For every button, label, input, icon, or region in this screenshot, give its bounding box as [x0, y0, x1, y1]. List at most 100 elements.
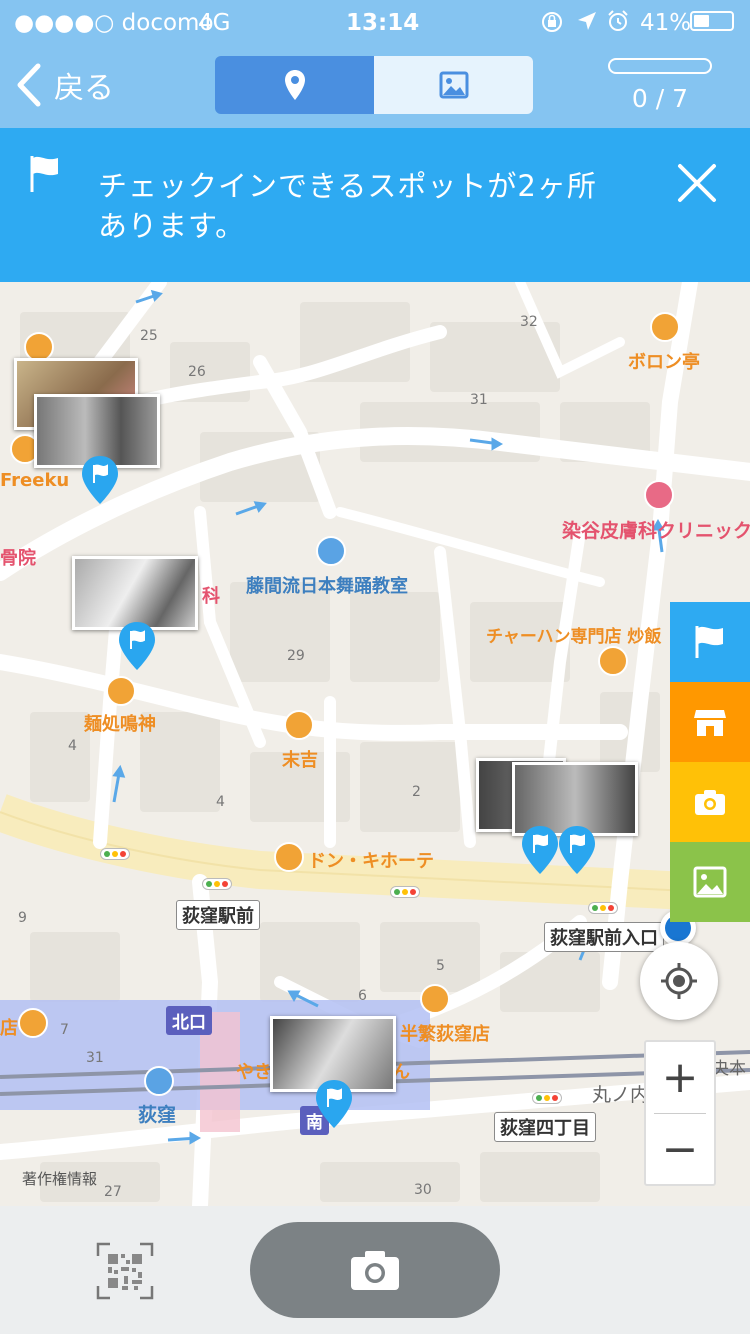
block-number: 6	[358, 988, 367, 1004]
intersection-sign-yonchome: 荻窪四丁目	[494, 1112, 596, 1142]
filter-shops-button[interactable]	[670, 682, 750, 762]
place-label-chuo: 央本	[712, 1059, 746, 1079]
close-icon[interactable]	[676, 162, 718, 204]
view-segmented-control	[215, 56, 533, 114]
map-view[interactable]: 25 26 32 31 29 4 4 2 9 5 6 7 31 27 30 ボロ…	[0, 282, 750, 1206]
zoom-in-button[interactable]: +	[646, 1042, 714, 1112]
block-number: 30	[414, 1182, 432, 1198]
block-number: 31	[86, 1050, 104, 1066]
place-label-menya: 麺処鳴神	[84, 714, 156, 735]
tab-map[interactable]	[215, 56, 374, 114]
place-label-hanshige: 半繁荻窪店	[400, 1024, 490, 1045]
chevron-left-icon	[17, 63, 41, 107]
block-number: 7	[60, 1022, 69, 1038]
place-label-ogikubo: 荻窪	[138, 1104, 177, 1126]
place-label-marunouchi: 丸ノ内	[592, 1084, 650, 1106]
train-station-icon[interactable]	[144, 1066, 174, 1096]
traffic-light-icon	[202, 878, 232, 890]
rotation-lock-icon	[540, 10, 564, 38]
status-network: 4G	[198, 10, 231, 36]
banner-text-line2: あります。	[98, 209, 246, 243]
place-label-ramen-partial: やき	[236, 1062, 272, 1083]
checkin-progress-text: 0 / 7	[631, 84, 689, 113]
qr-code-icon	[96, 1242, 154, 1300]
battery-icon	[690, 11, 734, 31]
status-carrier: ●●●●○ docomo	[14, 10, 214, 36]
banner-text-line1: チェックインできるスポットが2ヶ所	[98, 169, 597, 203]
place-label-kotsuin: 骨院	[0, 548, 36, 569]
place-label-boron: ボロン亭	[628, 352, 700, 373]
block-number: 9	[18, 910, 27, 926]
place-label-chahan: チャーハン専門店 炒飯	[486, 627, 662, 647]
place-label-sueyoshi: 末吉	[282, 750, 318, 771]
checkin-progress-bar	[608, 58, 712, 74]
ramen-icon[interactable]	[106, 676, 136, 706]
place-label-donki: ドン・キホーテ	[308, 851, 434, 872]
camera-button[interactable]	[250, 1222, 500, 1318]
flag-icon	[30, 156, 58, 192]
checkin-spot-pin[interactable]	[520, 824, 560, 876]
place-label-freeku: Freeku	[0, 470, 70, 491]
cafe-icon[interactable]	[650, 312, 680, 342]
place-label-ka: 科	[202, 586, 220, 607]
exit-north-label: 北口	[166, 1006, 212, 1035]
clinic-icon[interactable]	[644, 480, 674, 510]
traffic-light-icon	[588, 902, 618, 914]
camera-icon	[695, 790, 725, 815]
camera-icon	[351, 1251, 399, 1290]
zoom-out-button[interactable]: −	[646, 1114, 714, 1184]
shopping-icon[interactable]	[274, 842, 304, 872]
restaurant-icon[interactable]	[598, 646, 628, 676]
checkin-spot-pin[interactable]	[117, 620, 157, 672]
image-icon	[693, 866, 727, 898]
location-pin-icon	[284, 70, 305, 100]
checkin-spot-pin[interactable]	[80, 454, 120, 506]
location-arrow-icon	[576, 10, 598, 36]
spot-photo-thumbnail[interactable]	[72, 556, 198, 630]
alarm-icon	[606, 9, 630, 37]
filter-photo-spots-button[interactable]	[670, 762, 750, 842]
checkin-spot-pin[interactable]	[557, 824, 597, 876]
flag-icon	[695, 626, 723, 658]
block-number: 5	[436, 958, 445, 974]
store-icon	[694, 710, 726, 736]
back-label: 戻る	[54, 71, 114, 106]
status-time: 13:14	[346, 10, 420, 36]
block-number: 25	[140, 328, 158, 344]
checkin-spot-pin[interactable]	[314, 1078, 354, 1130]
status-battery: 41%	[640, 10, 692, 36]
back-button[interactable]: 戻る	[14, 60, 114, 110]
block-number: 4	[68, 738, 77, 754]
traffic-light-icon	[390, 886, 420, 898]
block-number: 29	[287, 648, 305, 664]
zoom-control: + −	[644, 1040, 716, 1186]
top-bar: ●●●●○ docomo 4G 13:14 41% 戻る 0 / 7	[0, 0, 750, 128]
traffic-light-icon	[532, 1092, 562, 1104]
bottom-bar	[0, 1206, 750, 1334]
tab-gallery[interactable]	[374, 56, 533, 114]
block-number: 32	[520, 314, 538, 330]
restaurant-icon[interactable]	[284, 710, 314, 740]
block-number: 27	[104, 1184, 122, 1200]
restaurant-icon[interactable]	[420, 984, 450, 1014]
place-label-fujima: 藤間流日本舞踊教室	[246, 576, 408, 597]
locate-me-button[interactable]	[640, 942, 718, 1020]
traffic-light-icon	[100, 848, 130, 860]
filter-checkin-spots-button[interactable]	[670, 602, 750, 682]
map-copyright-link[interactable]: 著作権情報	[22, 1168, 97, 1189]
block-number: 31	[470, 392, 488, 408]
block-number: 26	[188, 364, 206, 380]
filter-gallery-button[interactable]	[670, 842, 750, 922]
intersection-sign-ekimae-iriguchi: 荻窪駅前入口	[544, 922, 664, 952]
block-number: 2	[412, 784, 421, 800]
place-label-kubo-left: 店	[0, 1018, 18, 1039]
image-icon	[439, 71, 468, 99]
qr-code-button[interactable]	[96, 1242, 154, 1300]
shopping-icon[interactable]	[18, 1008, 48, 1038]
crosshair-icon	[661, 963, 697, 999]
intersection-sign-ekimae: 荻窪駅前	[176, 900, 260, 930]
checkin-banner: チェックインできるスポットが2ヶ所 あります。	[0, 128, 750, 282]
gym-icon[interactable]	[316, 536, 346, 566]
block-number: 4	[216, 794, 225, 810]
place-label-someya: 染谷皮膚科クリニック	[562, 520, 750, 542]
